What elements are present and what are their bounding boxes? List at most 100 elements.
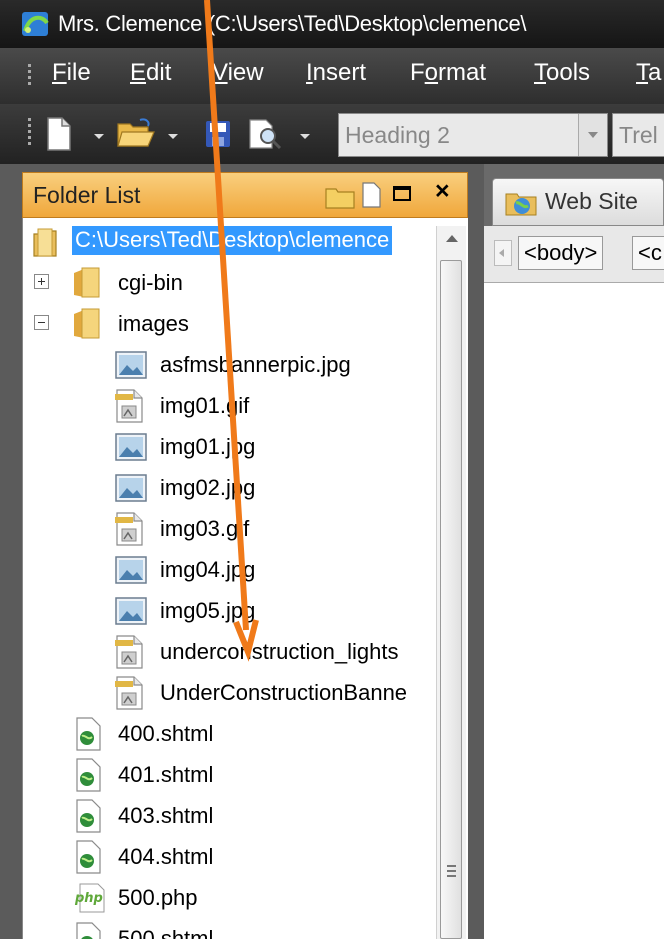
scroll-up-icon[interactable] xyxy=(446,235,458,242)
app-icon xyxy=(22,12,49,36)
tree-folder-cgi-bin[interactable]: cgi-bin xyxy=(32,263,432,303)
tag-next[interactable]: <c xyxy=(632,236,664,270)
window-title: Mrs. Clemence (C:\Users\Ted\Desktop\clem… xyxy=(58,11,527,36)
app-window: Mrs. Clemence (C:\Users\Ted\Desktop\clem… xyxy=(0,0,664,939)
image-icon xyxy=(115,351,147,379)
style-dropdown-icon[interactable] xyxy=(578,114,607,156)
image-icon xyxy=(115,556,147,584)
folder-label: images xyxy=(118,311,189,336)
tree-file[interactable]: img02.jpg xyxy=(114,468,434,508)
folder-label: cgi-bin xyxy=(118,270,183,295)
file-label: img01.jpg xyxy=(160,434,256,459)
menu-edit[interactable]: Edit xyxy=(130,59,171,87)
shtml-icon xyxy=(76,922,101,939)
tab-web-site-label: Web Site xyxy=(545,188,638,214)
file-label: img05.jpg xyxy=(160,598,256,623)
web-site-icon xyxy=(505,193,537,216)
image-icon xyxy=(115,597,147,625)
tab-web-site[interactable]: Web Site xyxy=(492,178,664,226)
quick-tag-selector: <body> <c xyxy=(484,226,664,283)
folder-icon xyxy=(74,308,100,339)
maximize-icon[interactable] xyxy=(393,186,411,201)
preview-dropdown-icon[interactable] xyxy=(300,134,310,139)
new-page-dropdown-icon[interactable] xyxy=(94,134,104,139)
close-icon[interactable]: × xyxy=(435,177,450,206)
shtml-icon xyxy=(76,758,101,792)
tree-file[interactable]: UnderConstructionBanne xyxy=(114,673,434,713)
tag-body[interactable]: <body> xyxy=(518,236,604,270)
shtml-icon xyxy=(76,717,101,751)
folder-list-scrollbar[interactable] xyxy=(436,226,466,939)
open-dropdown-icon[interactable] xyxy=(168,134,178,139)
style-select[interactable]: Heading 2 xyxy=(338,113,608,157)
gif-icon xyxy=(115,389,143,423)
folder-list-title: Folder List xyxy=(33,182,141,208)
file-label: img01.gif xyxy=(160,393,250,418)
preview-icon[interactable] xyxy=(246,116,286,152)
tree-file[interactable]: 403.shtml xyxy=(74,796,434,836)
style-select-value: Heading 2 xyxy=(345,122,450,148)
file-label: 404.shtml xyxy=(118,844,214,869)
svg-text:php: php xyxy=(74,891,103,906)
root-folder-icon xyxy=(33,228,57,257)
shtml-icon xyxy=(76,840,101,874)
tree-file[interactable]: 400.shtml xyxy=(74,714,434,754)
image-icon xyxy=(115,474,147,502)
new-page-icon[interactable] xyxy=(361,182,381,208)
menu-format[interactable]: Format xyxy=(410,59,486,87)
file-label: 403.shtml xyxy=(118,803,214,828)
php-icon: php xyxy=(74,883,105,913)
gif-icon xyxy=(115,635,143,669)
toolbar-grip[interactable] xyxy=(28,118,34,148)
gif-icon xyxy=(115,676,143,710)
file-label: 500.php xyxy=(118,885,198,910)
tree-file[interactable]: 404.shtml xyxy=(74,837,434,877)
font-select-value: Trel xyxy=(619,122,658,148)
file-label: 400.shtml xyxy=(118,721,214,746)
image-icon xyxy=(115,433,147,461)
menu-file[interactable]: File xyxy=(52,59,91,87)
gif-icon xyxy=(115,512,143,546)
file-label: img02.jpg xyxy=(160,475,256,500)
scroll-thumb[interactable] xyxy=(440,260,462,939)
tree-file[interactable]: img05.jpg xyxy=(114,591,434,631)
collapse-icon[interactable] xyxy=(34,315,49,330)
shtml-icon xyxy=(76,799,101,833)
menu-bar: File Edit View Insert Format Tools Ta xyxy=(0,48,664,104)
tree-folder-images[interactable]: images xyxy=(32,304,432,344)
tree-file[interactable]: php 500.php xyxy=(74,878,434,918)
file-label: asfmsbannerpic.jpg xyxy=(160,352,351,377)
tree-file[interactable]: img01.gif xyxy=(114,386,434,426)
file-label: img03.gif xyxy=(160,516,250,541)
open-folder-icon[interactable] xyxy=(116,116,156,152)
menu-grip[interactable] xyxy=(28,64,34,88)
tree-root[interactable]: C:\Users\Ted\Desktop\clemence xyxy=(28,222,436,262)
tree-file[interactable]: underconstruction_lights xyxy=(114,632,434,672)
save-icon[interactable] xyxy=(204,116,232,152)
file-label: 500.shtml xyxy=(118,926,214,939)
tree-file[interactable]: img04.jpg xyxy=(114,550,434,590)
tree-file[interactable]: img03.gif xyxy=(114,509,434,549)
folder-icon xyxy=(74,267,100,298)
root-path-label: C:\Users\Ted\Desktop\clemence xyxy=(72,226,393,255)
new-page-icon[interactable] xyxy=(44,116,74,152)
file-label: underconstruction_lights xyxy=(160,639,399,664)
menu-table[interactable]: Ta xyxy=(636,59,661,87)
new-folder-icon[interactable] xyxy=(325,185,355,209)
expand-icon[interactable] xyxy=(34,274,49,289)
tree-file[interactable]: 401.shtml xyxy=(74,755,434,795)
file-label: img04.jpg xyxy=(160,557,256,582)
menu-tools[interactable]: Tools xyxy=(534,59,590,87)
editor-canvas[interactable] xyxy=(484,283,664,939)
tree-file[interactable]: asfmsbannerpic.jpg xyxy=(114,345,434,385)
font-select[interactable]: Trel xyxy=(612,113,664,157)
scroll-grip-icon xyxy=(447,865,456,880)
tree-file[interactable]: img01.jpg xyxy=(114,427,434,467)
folder-list-header: Folder List × xyxy=(22,172,468,218)
menu-insert[interactable]: Insert xyxy=(306,59,366,87)
tag-scroll-left-icon[interactable] xyxy=(494,240,512,266)
menu-view[interactable]: View xyxy=(212,59,264,87)
tree-file[interactable]: 500.shtml xyxy=(74,919,434,939)
file-label: UnderConstructionBanne xyxy=(160,680,408,705)
pane-divider[interactable] xyxy=(468,164,484,939)
